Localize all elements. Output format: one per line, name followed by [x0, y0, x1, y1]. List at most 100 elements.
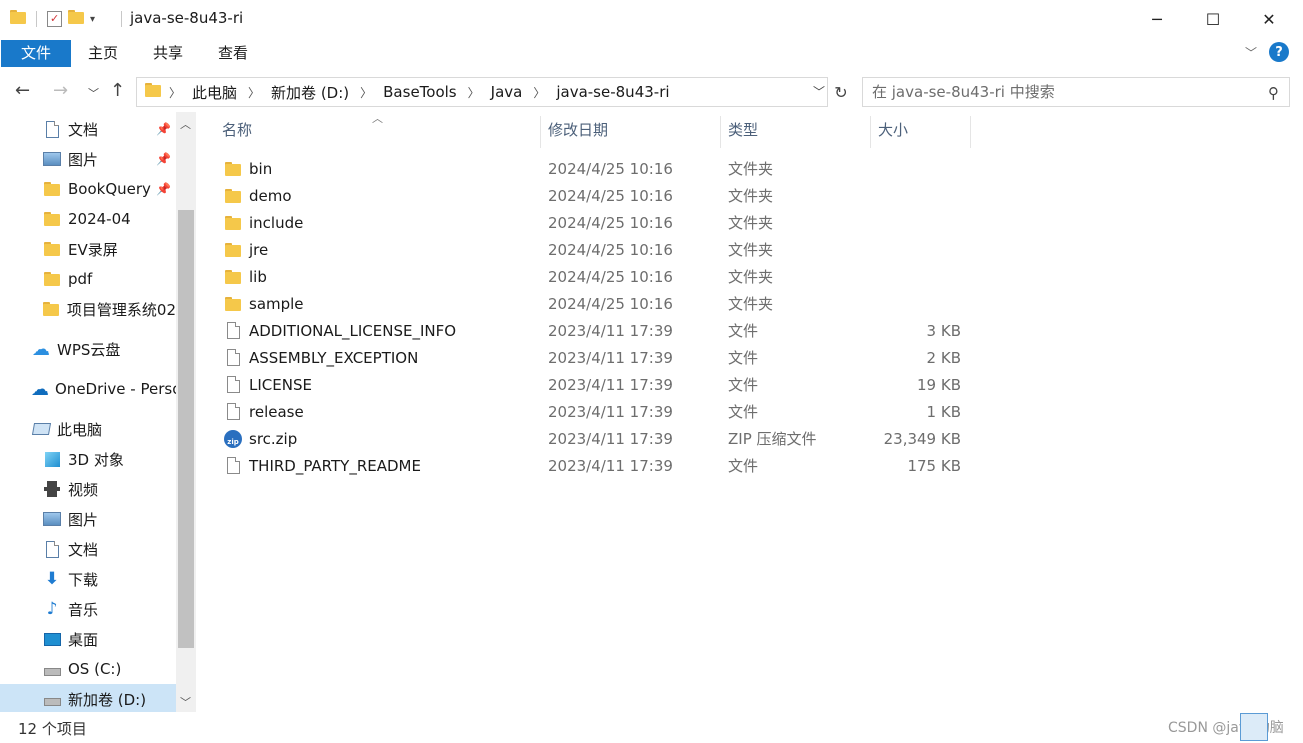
file-row[interactable]: demo 2024/4/25 10:16 文件夹: [222, 182, 982, 209]
file-name-cell: include: [222, 214, 303, 232]
nav-item-ev[interactable]: EV录屏: [0, 234, 176, 264]
file-name-cell: zip src.zip: [222, 429, 297, 448]
file-row[interactable]: LICENSE 2023/4/11 17:39 文件 19 KB: [222, 371, 982, 398]
nav-item-desktop[interactable]: 桌面: [0, 624, 176, 654]
back-icon[interactable]: ←: [15, 80, 30, 101]
ribbon-tabs: 文件 主页 共享 查看 ﹀ ?: [0, 38, 1303, 68]
column-header-type[interactable]: 类型: [714, 112, 870, 148]
expand-ribbon-icon[interactable]: ﹀: [1245, 44, 1257, 61]
nav-item-videos[interactable]: 视频: [0, 474, 176, 504]
maximize-button[interactable]: ☐: [1185, 0, 1241, 38]
tab-view[interactable]: 查看: [212, 40, 254, 67]
tab-share[interactable]: 共享: [147, 40, 189, 67]
new-folder-icon[interactable]: [68, 10, 84, 28]
properties-icon[interactable]: ✓: [47, 11, 62, 27]
chevron-down-icon[interactable]: ﹀: [180, 694, 191, 710]
file-row[interactable]: ADDITIONAL_LICENSE_INFO 2023/4/11 17:39 文件…: [222, 317, 982, 344]
nav-item-label: pdf: [68, 270, 93, 288]
tab-file[interactable]: 文件: [1, 40, 71, 67]
nav-item-wps-cloud[interactable]: ☁ WPS云盘: [0, 334, 176, 364]
details-view-button[interactable]: [1240, 713, 1268, 741]
customize-qat-icon[interactable]: ▾: [90, 14, 95, 25]
column-header-name[interactable]: 名称: [208, 112, 540, 148]
file-row[interactable]: ASSEMBLY_EXCEPTION 2023/4/11 17:39 文件 2 KB: [222, 344, 982, 371]
chevron-right-icon[interactable]: 〉: [248, 84, 260, 101]
nav-item-this-pc[interactable]: 此电脑: [0, 414, 176, 444]
nav-item-project[interactable]: 项目管理系统02: [0, 294, 176, 324]
nav-item-pdf[interactable]: pdf: [0, 264, 176, 294]
file-list: ︿ 名称 修改日期 类型 大小 bin 2024/4/25 10:16 文件夹 dem…: [208, 112, 1303, 712]
chevron-up-icon[interactable]: ︿: [180, 116, 191, 132]
file-row[interactable]: sample 2024/4/25 10:16 文件夹: [222, 290, 982, 317]
nav-item-drive-c[interactable]: OS (C:): [0, 654, 176, 684]
chevron-right-icon[interactable]: 〉: [360, 84, 372, 101]
file-name-cell: THIRD_PARTY_README: [222, 457, 421, 475]
breadcrumb-current[interactable]: java-se-8u43-ri: [556, 83, 669, 101]
file-row[interactable]: lib 2024/4/25 10:16 文件夹: [222, 263, 982, 290]
nav-item-pictures-quick[interactable]: 图片 📌: [0, 144, 176, 174]
ribbon-controls: ﹀ ?: [1245, 42, 1289, 62]
nav-item-2024-04[interactable]: 2024-04: [0, 204, 176, 234]
forward-icon[interactable]: →: [53, 80, 68, 101]
column-header-size[interactable]: 大小: [864, 112, 964, 148]
tab-home[interactable]: 主页: [82, 40, 124, 67]
navigation-bar: ← → ﹀ ↑ 〉 此电脑 〉 新加卷 (D:) 〉 BaseTools 〉 J…: [0, 72, 1303, 110]
file-row[interactable]: zip src.zip 2023/4/11 17:39 ZIP 压缩文件 23,349 …: [222, 425, 982, 452]
zip-file-icon: zip: [222, 429, 244, 448]
nav-scrollbar[interactable]: ︿ ﹀: [176, 112, 196, 712]
file-type: ZIP 压缩文件: [728, 430, 817, 448]
folder-icon[interactable]: [10, 10, 26, 28]
folder-icon: [145, 83, 161, 101]
chevron-right-icon[interactable]: 〉: [533, 84, 545, 101]
nav-item-3d-objects[interactable]: 3D 对象: [0, 444, 176, 474]
up-icon[interactable]: ↑: [110, 80, 125, 101]
nav-item-bookquery[interactable]: BookQuery 📌: [0, 174, 176, 204]
file-name-cell: release: [222, 403, 304, 421]
file-size: 175 KB: [907, 456, 961, 475]
address-bar[interactable]: 〉 此电脑 〉 新加卷 (D:) 〉 BaseTools 〉 Java 〉 ja…: [136, 77, 828, 107]
column-header-date[interactable]: 修改日期: [534, 112, 720, 148]
refresh-icon[interactable]: ↻: [829, 77, 853, 107]
breadcrumb-basetools[interactable]: BaseTools: [383, 83, 456, 101]
nav-item-label: 此电脑: [57, 420, 103, 439]
search-box[interactable]: ⚲: [862, 77, 1290, 107]
chevron-right-icon[interactable]: 〉: [468, 84, 480, 101]
minimize-button[interactable]: ─: [1129, 0, 1185, 38]
divider: [121, 11, 122, 27]
file-row[interactable]: bin 2024/4/25 10:16 文件夹: [222, 155, 982, 182]
close-button[interactable]: ✕: [1241, 0, 1297, 38]
nav-item-pictures[interactable]: 图片: [0, 504, 176, 534]
folder-icon: [222, 215, 244, 230]
documents-icon: [42, 539, 62, 559]
recent-locations-icon[interactable]: ﹀: [88, 85, 99, 101]
file-name: ASSEMBLY_EXCEPTION: [249, 348, 419, 367]
folder-icon: [42, 269, 62, 289]
breadcrumb-java[interactable]: Java: [491, 83, 523, 101]
breadcrumb-drive-d[interactable]: 新加卷 (D:): [271, 82, 349, 103]
file-row[interactable]: release 2023/4/11 17:39 文件 1 KB: [222, 398, 982, 425]
nav-item-documents-quick[interactable]: 文档 📌: [0, 114, 176, 144]
nav-item-music[interactable]: ♪ 音乐: [0, 594, 176, 624]
file-row[interactable]: jre 2024/4/25 10:16 文件夹: [222, 236, 982, 263]
divider: [36, 11, 37, 27]
explorer-window: ✓ ▾ java-se-8u43-ri ─ ☐ ✕ 文件 主页 共享 查看 ﹀ …: [0, 0, 1303, 743]
nav-item-downloads[interactable]: ⬇ 下载: [0, 564, 176, 594]
nav-item-label: 桌面: [68, 630, 99, 649]
search-input[interactable]: [872, 83, 1252, 101]
music-icon: ♪: [46, 599, 58, 619]
chevron-right-icon[interactable]: 〉: [169, 84, 181, 101]
file-row[interactable]: THIRD_PARTY_README 2023/4/11 17:39 文件 175 K…: [222, 452, 982, 479]
search-icon[interactable]: ⚲: [1268, 84, 1279, 102]
file-size: 2 KB: [926, 348, 961, 367]
nav-item-onedrive[interactable]: ☁ OneDrive - Perso: [0, 374, 176, 404]
nav-item-drive-d[interactable]: 新加卷 (D:): [0, 684, 176, 712]
folder-icon: [42, 239, 62, 259]
help-icon[interactable]: ?: [1269, 42, 1289, 62]
file-type: 文件: [728, 322, 759, 340]
chevron-down-icon[interactable]: ﹀: [813, 83, 825, 100]
nav-item-documents[interactable]: 文档: [0, 534, 176, 564]
breadcrumb-this-pc[interactable]: 此电脑: [192, 82, 237, 103]
scrollbar-thumb[interactable]: [178, 210, 194, 648]
file-size: 23,349 KB: [883, 429, 961, 448]
file-row[interactable]: include 2024/4/25 10:16 文件夹: [222, 209, 982, 236]
